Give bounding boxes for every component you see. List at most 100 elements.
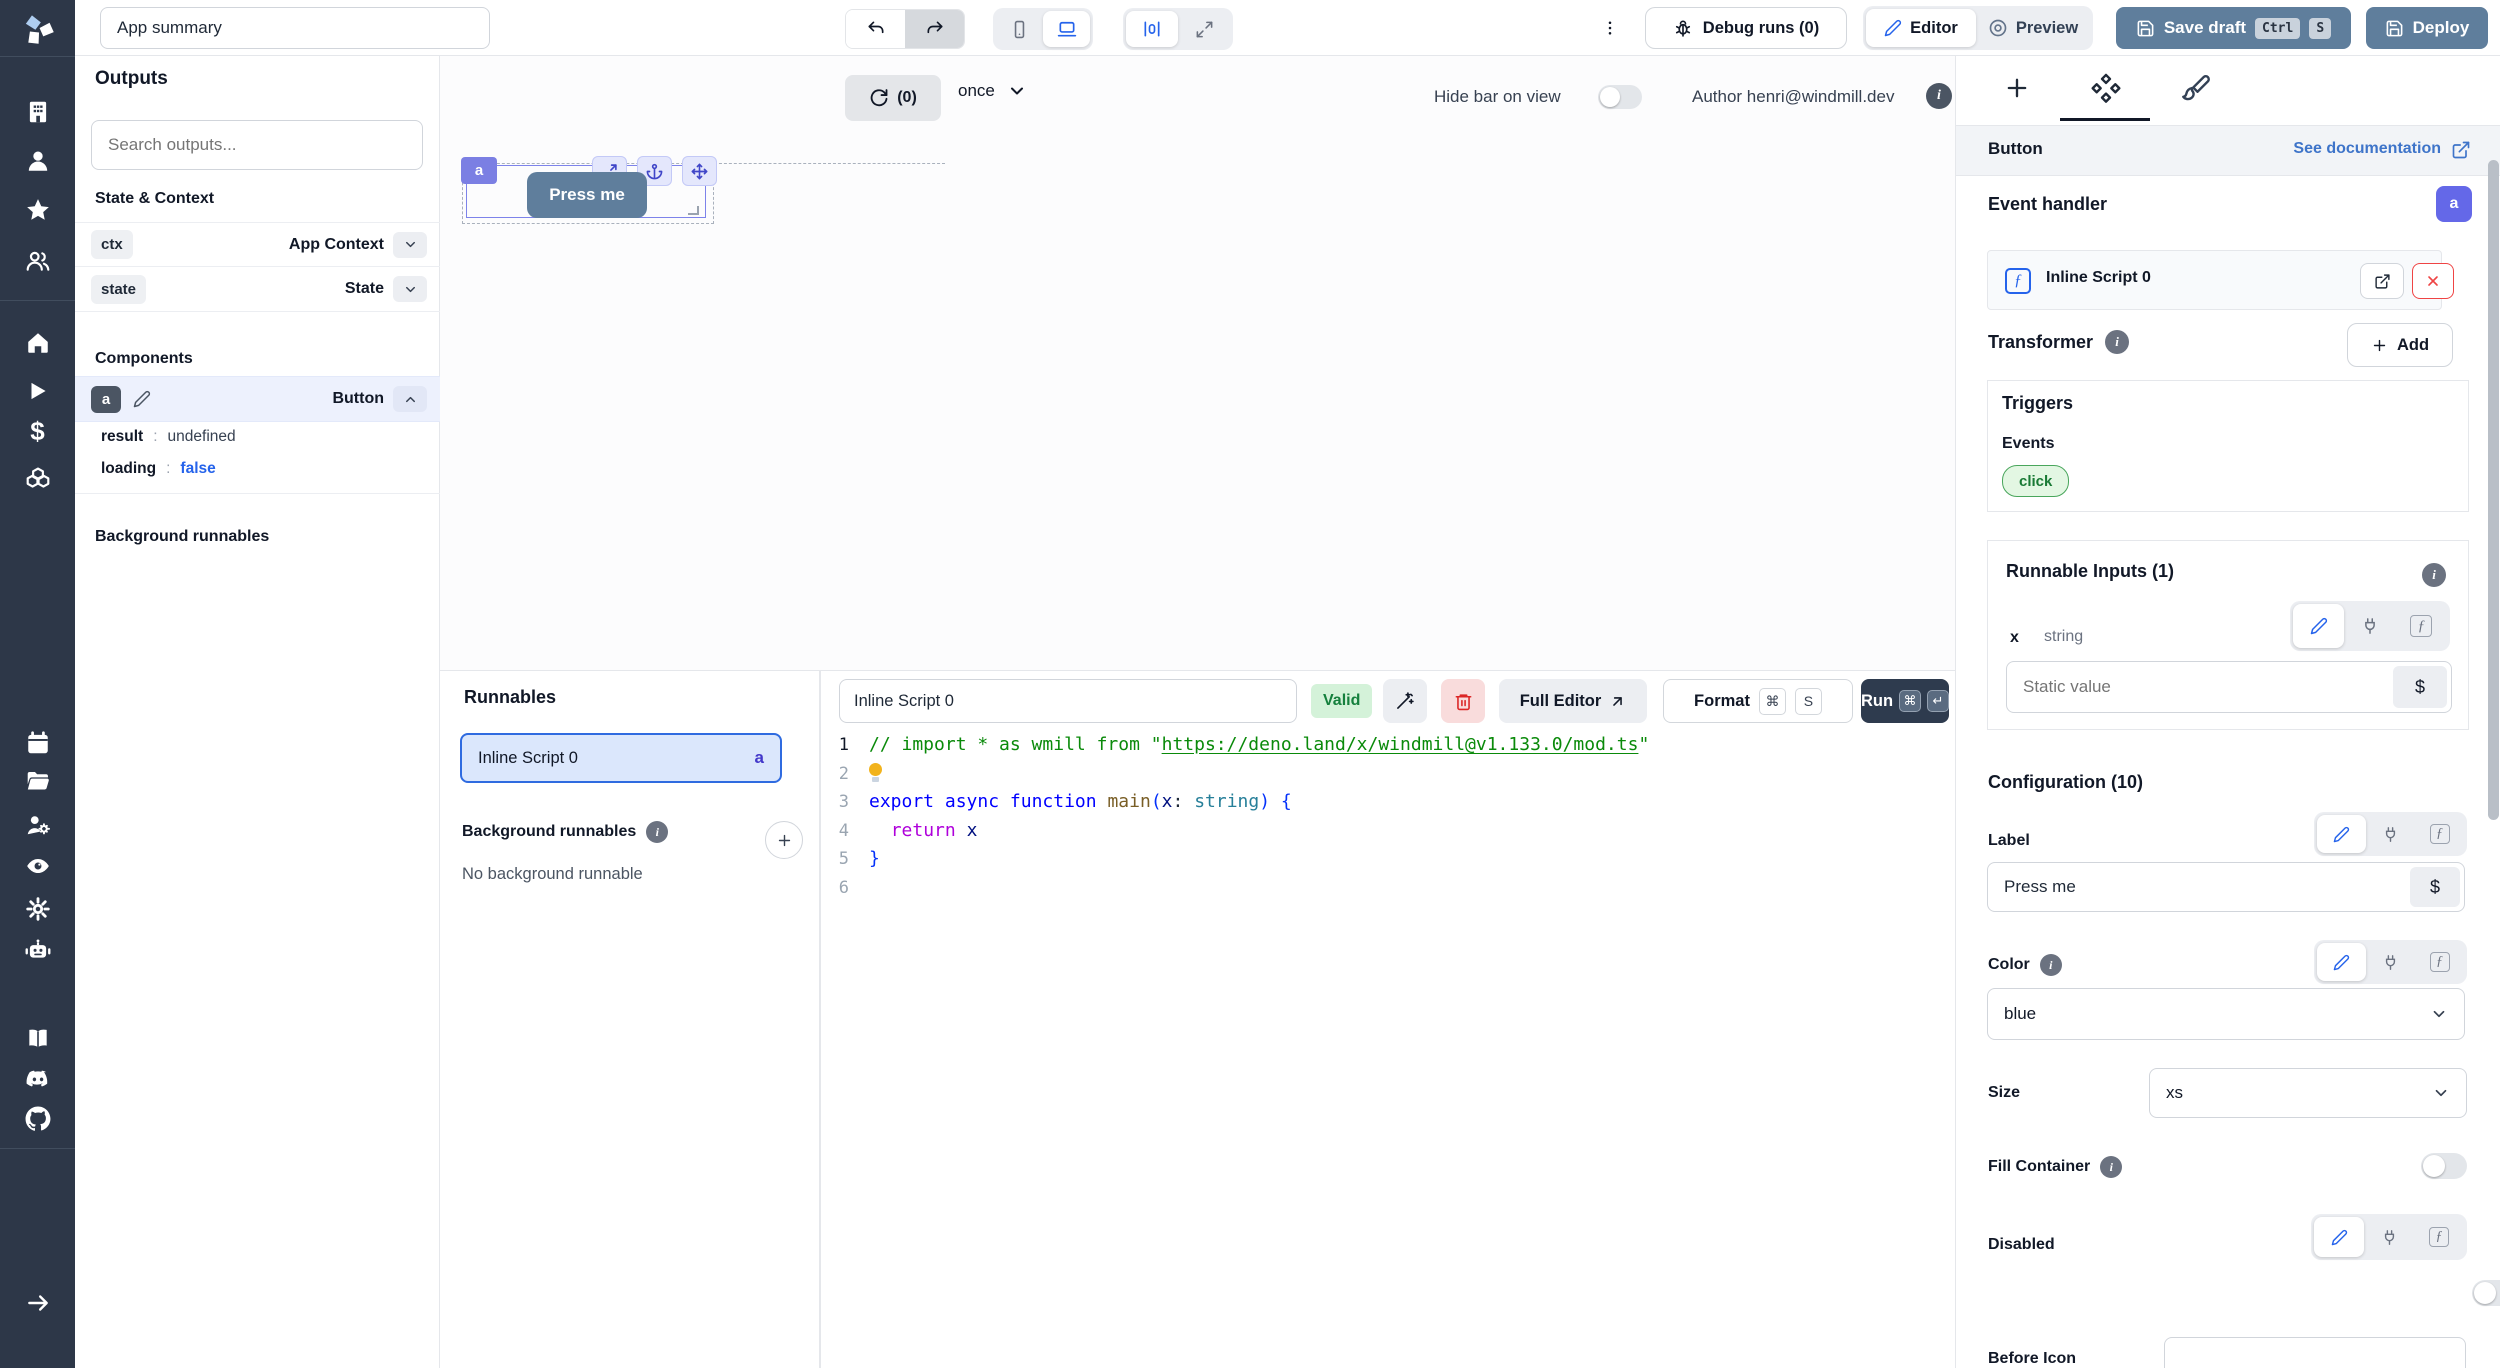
label-value-input[interactable] [1987, 862, 2465, 912]
connect-plug-icon[interactable] [2364, 1217, 2414, 1257]
discord-icon[interactable] [25, 1066, 51, 1092]
tab-preview[interactable]: Preview [1976, 9, 2090, 47]
color-select[interactable]: blue [1987, 988, 2465, 1040]
full-editor-button[interactable]: Full Editor [1499, 679, 1647, 723]
eval-fn-icon[interactable]: ƒ [2396, 604, 2447, 648]
tab-insert-plus-icon[interactable] [2003, 74, 2031, 102]
output-row-ctx[interactable]: ctx App Context [75, 222, 440, 267]
code-lines[interactable]: // import * as wmill from "https://deno.… [869, 731, 1955, 902]
user-icon[interactable] [25, 148, 51, 174]
dollar-template-button[interactable]: $ [2393, 666, 2447, 708]
info-icon[interactable]: i [2040, 954, 2062, 976]
add-transformer-button[interactable]: Add [2347, 323, 2453, 367]
home-icon[interactable] [25, 330, 51, 356]
workspace-building-icon[interactable] [25, 99, 51, 125]
eval-fn-icon[interactable]: ƒ [2414, 1217, 2464, 1257]
mobile-view-button[interactable] [996, 11, 1043, 47]
variables-dollar-icon[interactable]: $ [25, 418, 51, 444]
schedules-calendar-icon[interactable] [25, 730, 51, 756]
tab-component-settings-icon[interactable] [2090, 72, 2122, 104]
connect-plug-icon[interactable] [2366, 943, 2415, 981]
fill-container-toggle[interactable] [2421, 1153, 2467, 1179]
eval-fn-icon[interactable]: ƒ [2415, 815, 2464, 853]
star-icon[interactable] [25, 197, 51, 223]
github-icon[interactable] [25, 1106, 51, 1132]
component-tag[interactable]: a [461, 157, 497, 184]
connect-plug-icon[interactable] [2344, 604, 2395, 648]
component-row-a[interactable]: a Button [75, 376, 440, 422]
fullwidth-button[interactable] [1178, 11, 1230, 47]
desktop-view-button[interactable] [1043, 11, 1090, 47]
disabled-toggle[interactable] [2472, 1280, 2500, 1306]
author-info-icon[interactable]: i [1926, 83, 1952, 109]
audit-eye-icon[interactable] [25, 853, 51, 879]
runnable-inputs-box: Runnable Inputs (1) i x string ƒ $ [1987, 540, 2469, 730]
ctx-expand-button[interactable] [393, 232, 427, 258]
remove-script-button[interactable] [2412, 263, 2454, 299]
static-mode-pencil-icon[interactable] [2317, 815, 2366, 853]
preview-tab-label: Preview [2016, 19, 2078, 38]
delete-script-button[interactable] [1441, 679, 1485, 723]
runs-play-icon[interactable] [25, 378, 51, 404]
resize-handle[interactable] [688, 206, 699, 215]
save-draft-button[interactable]: Save draft Ctrl S [2116, 7, 2351, 49]
dollar-template-button[interactable]: $ [2410, 867, 2460, 907]
settings-gear-icon[interactable] [25, 896, 51, 922]
groups-admin-icon[interactable] [25, 812, 51, 838]
docs-book-icon[interactable] [25, 1025, 51, 1051]
outputs-title: Outputs [95, 68, 168, 90]
hide-bar-toggle[interactable] [1598, 85, 1642, 109]
output-row-state[interactable]: state State [75, 267, 440, 312]
frequency-dropdown[interactable]: once [958, 81, 1027, 101]
tab-styling-brush-icon[interactable] [2182, 73, 2212, 103]
users-group-icon[interactable] [25, 248, 51, 274]
deploy-button[interactable]: Deploy [2366, 7, 2488, 49]
open-script-button[interactable] [2360, 263, 2404, 299]
connect-plug-icon[interactable] [2366, 815, 2415, 853]
static-value-input[interactable] [2006, 661, 2452, 713]
external-link-icon[interactable] [2451, 140, 2471, 160]
info-icon[interactable]: i [2100, 1156, 2122, 1178]
refresh-button[interactable]: (0) [845, 75, 941, 121]
run-button[interactable]: Run ⌘ ↵ [1861, 679, 1949, 723]
debug-runs-button[interactable]: Debug runs (0) [1645, 7, 1847, 49]
folders-icon[interactable] [25, 768, 51, 794]
app-summary-input[interactable] [100, 7, 490, 49]
size-select[interactable]: xs [2149, 1068, 2467, 1118]
script-name-input[interactable] [839, 679, 1297, 723]
app-canvas[interactable]: (0) once Hide bar on view Author henri@w… [440, 56, 1955, 670]
info-icon[interactable]: i [646, 821, 668, 843]
center-content-button[interactable] [1126, 11, 1178, 47]
chevron-down-icon [1007, 81, 1027, 101]
format-button[interactable]: Format ⌘ S [1663, 679, 1853, 723]
panel-scrollbar-thumb[interactable] [2488, 160, 2499, 820]
info-icon[interactable]: i [2422, 563, 2446, 587]
move-component-button[interactable] [682, 156, 717, 186]
component-collapse-button[interactable] [393, 386, 427, 412]
event-handler-script-row[interactable]: ƒ Inline Script 0 [1987, 250, 2442, 310]
undo-button[interactable] [846, 10, 905, 48]
collapse-arrow-right-icon[interactable] [25, 1290, 51, 1316]
see-documentation-link[interactable]: See documentation [2293, 140, 2441, 158]
press-me-button[interactable]: Press me [527, 172, 647, 218]
runnable-item-inline-script[interactable]: Inline Script 0 a [460, 733, 782, 783]
redo-button[interactable] [905, 10, 964, 48]
resources-boxes-icon[interactable] [25, 467, 51, 493]
state-expand-button[interactable] [393, 276, 427, 302]
static-mode-pencil-icon[interactable] [2317, 943, 2366, 981]
edit-pencil-icon[interactable] [133, 390, 151, 408]
arrow-up-right-icon [1609, 693, 1626, 710]
add-background-runnable-button[interactable] [765, 821, 803, 859]
before-icon-select[interactable] [2164, 1337, 2466, 1368]
disabled-mode-segmented: ƒ [2311, 1214, 2467, 1260]
workers-bot-icon[interactable] [25, 937, 51, 963]
ai-wand-button[interactable] [1383, 679, 1427, 723]
tab-editor[interactable]: Editor [1866, 9, 1976, 47]
static-mode-pencil-icon[interactable] [2293, 604, 2344, 648]
more-options-kebab-icon[interactable] [1601, 14, 1619, 42]
info-icon[interactable]: i [2105, 330, 2129, 354]
static-mode-pencil-icon[interactable] [2314, 1217, 2364, 1257]
search-outputs-input[interactable] [91, 120, 423, 170]
eval-fn-icon[interactable]: ƒ [2415, 943, 2464, 981]
windmill-logo-icon[interactable] [17, 8, 59, 50]
